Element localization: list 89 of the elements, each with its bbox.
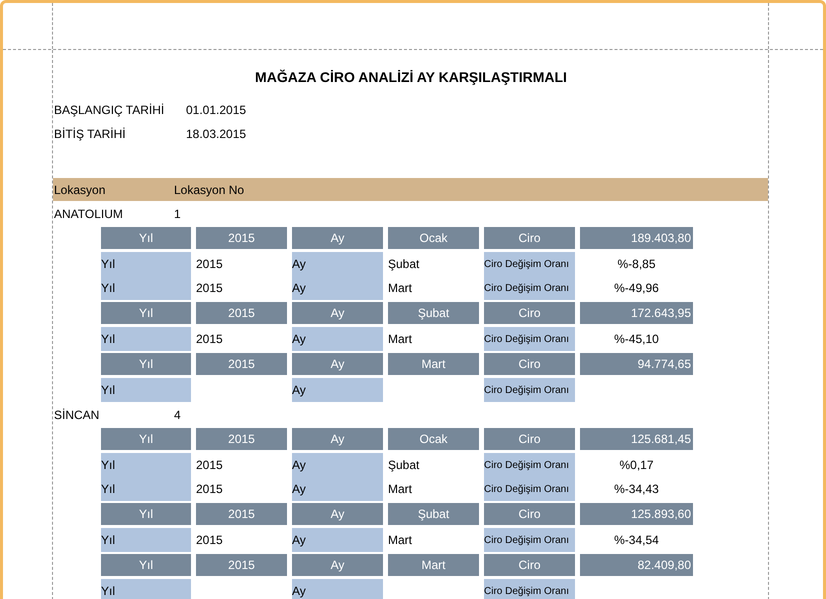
label-cell: Ciro Değişim Oranı — [484, 579, 575, 599]
filter-label: BAŞLANGIÇ TARİHİ — [54, 103, 166, 117]
header-cell: 2015 — [196, 503, 287, 525]
label-cell: Ay — [292, 453, 383, 477]
header-cell: Ay — [292, 227, 383, 249]
header-cell: 2015 — [196, 554, 287, 576]
header-cell: Ay — [292, 302, 383, 324]
value-text: Mart — [388, 280, 413, 297]
header-cell: Ocak — [388, 428, 479, 450]
column-header: Lokasyon — [54, 182, 106, 196]
header-cell: Ciro — [484, 227, 575, 249]
value-text: %-34,43 — [613, 481, 660, 498]
value-text: 2015 — [196, 457, 224, 474]
label-cell: Ay — [292, 528, 383, 552]
value-text: %0,17 — [618, 457, 655, 474]
label-cell: Ciro Değişim Oranı — [484, 528, 575, 552]
label-cell: Yıl — [101, 252, 191, 276]
value-text: 2015 — [196, 280, 224, 297]
value-text: %-8,85 — [616, 256, 657, 273]
label-cell: Ay — [292, 276, 383, 300]
label-cell: Ciro Değişim Oranı — [484, 252, 575, 276]
header-cell: 189.403,80 — [580, 227, 693, 249]
header-cell: Şubat — [388, 302, 479, 324]
header-cell: Yıl — [101, 554, 191, 576]
header-cell: 125.893,60 — [580, 503, 693, 525]
label-cell: Yıl — [101, 453, 191, 477]
header-cell: Yıl — [101, 428, 191, 450]
filter-label: BİTİŞ TARİHİ — [54, 127, 127, 141]
header-cell: Ay — [292, 503, 383, 525]
filter-value: 01.01.2015 — [186, 103, 246, 117]
header-cell: 82.409,80 — [580, 554, 693, 576]
report-title: MAĞAZA CİRO ANALİZİ AY KARŞILAŞTIRMALI — [254, 68, 568, 86]
header-cell: 125.681,45 — [580, 428, 693, 450]
header-cell: Ciro — [484, 554, 575, 576]
value-text: %-34,54 — [613, 532, 660, 549]
header-cell: Yıl — [101, 503, 191, 525]
label-cell: Ciro Değişim Oranı — [484, 378, 575, 402]
header-cell: Ciro — [484, 428, 575, 450]
label-cell: Ay — [292, 477, 383, 501]
value-text: 2015 — [196, 331, 224, 348]
value-text: Mart — [388, 481, 413, 498]
header-cell: Ay — [292, 353, 383, 375]
label-cell: Yıl — [101, 477, 191, 501]
header-cell: 2015 — [196, 302, 287, 324]
value-text: 2015 — [196, 481, 224, 498]
label-cell: Yıl — [101, 327, 191, 351]
value-text: %-45,10 — [613, 331, 660, 348]
value-text: 2015 — [196, 532, 224, 549]
label-cell: Yıl — [101, 579, 191, 599]
value-text: 2015 — [196, 256, 224, 273]
label-cell: Ay — [292, 579, 383, 599]
label-cell: Ay — [292, 252, 383, 276]
value-text: Mart — [388, 532, 413, 549]
header-cell: 94.774,65 — [580, 353, 693, 375]
header-cell: 2015 — [196, 428, 287, 450]
header-cell: Ay — [292, 428, 383, 450]
label-cell: Ciro Değişim Oranı — [484, 453, 575, 477]
header-cell: Mart — [388, 353, 479, 375]
header-cell: Ciro — [484, 302, 575, 324]
value-text: Şubat — [388, 457, 420, 474]
header-cell: Yıl — [101, 302, 191, 324]
value-text: %-49,96 — [613, 280, 660, 297]
filter-value: 18.03.2015 — [186, 127, 246, 141]
location-number: 4 — [174, 408, 181, 422]
header-cell: Mart — [388, 554, 479, 576]
header-cell: Ay — [292, 554, 383, 576]
location-name: ANATOLIUM — [54, 207, 124, 221]
header-cell: Ciro — [484, 353, 575, 375]
header-cell: 2015 — [196, 353, 287, 375]
location-number: 1 — [174, 207, 181, 221]
value-text: Şubat — [388, 256, 420, 273]
label-cell: Ciro Değişim Oranı — [484, 477, 575, 501]
label-cell: Ay — [292, 327, 383, 351]
label-cell: Yıl — [101, 378, 191, 402]
label-cell: Yıl — [101, 528, 191, 552]
header-cell: Ciro — [484, 503, 575, 525]
label-cell: Ciro Değişim Oranı — [484, 327, 575, 351]
label-cell: Ay — [292, 378, 383, 402]
header-cell: Yıl — [101, 227, 191, 249]
header-cell: Şubat — [388, 503, 479, 525]
location-name: SİNCAN — [54, 408, 100, 422]
column-header: Lokasyon No — [174, 182, 244, 196]
value-text: Mart — [388, 331, 413, 348]
header-cell: 2015 — [196, 227, 287, 249]
header-cell: 172.643,95 — [580, 302, 693, 324]
header-cell: Ocak — [388, 227, 479, 249]
label-cell: Ciro Değişim Oranı — [484, 276, 575, 300]
header-cell: Yıl — [101, 353, 191, 375]
label-cell: Yıl — [101, 276, 191, 300]
